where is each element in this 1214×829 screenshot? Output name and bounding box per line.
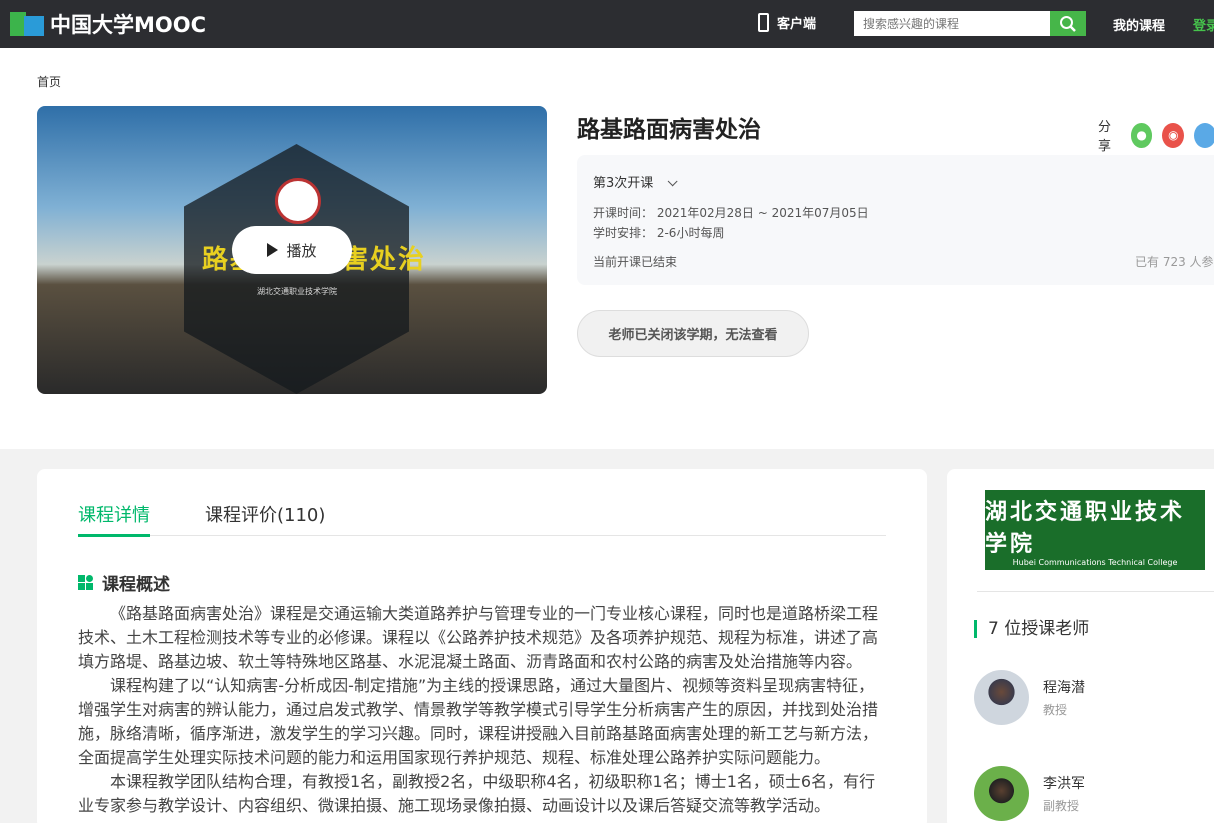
client-label: 客户端 (777, 17, 817, 32)
overview-heading: 课程概述 (78, 570, 170, 595)
school-banner[interactable]: 湖北交通职业技术学院 Hubei Communications Technical… (985, 490, 1205, 570)
teacher-title: 教授 (1043, 703, 1068, 717)
course-title: 路基路面病害处治 (577, 117, 761, 143)
search-input[interactable] (854, 11, 1050, 36)
term-label: 第3次开课 (593, 176, 654, 191)
hours-label: 学时安排： (593, 226, 654, 240)
video-player[interactable]: 路基路面病害处治 湖北交通职业技术学院 播放 (37, 106, 547, 394)
share-bar: 分享 ● ◉ (1098, 116, 1214, 154)
teacher-name: 程海潜 (1043, 680, 1085, 696)
school-name-en: Hubei Communications Technical College (1012, 557, 1178, 567)
logo-text: 中国大学MOOC (50, 13, 207, 37)
teacher-name: 李洪军 (1043, 776, 1085, 792)
play-icon (267, 243, 279, 257)
school-card: 湖北交通职业技术学院 Hubei Communications Technical… (947, 469, 1214, 829)
my-courses-link[interactable]: 我的课程 (1113, 15, 1165, 34)
course-detail-card: 课程详情 课程评价(110) 课程概述 《路基路面病害处治》课程是交通运输大类道… (37, 469, 927, 829)
school-name: 湖北交通职业技术学院 (985, 499, 1186, 557)
client-link[interactable]: 客户端 (758, 13, 816, 32)
hours-value: 2-6小时每周 (656, 226, 725, 240)
term-hours: 学时安排： 2-6小时每周 (593, 224, 724, 241)
search-button[interactable] (1050, 11, 1086, 36)
login-link[interactable]: 登录 (1193, 15, 1214, 34)
overview-paragraph: 《路基路面病害处治》课程是交通运输大类道路养护与管理专业的一门专业核心课程，同时… (78, 604, 879, 671)
breadcrumb[interactable]: 首页 (37, 73, 61, 90)
play-button[interactable]: 播放 (232, 226, 352, 274)
overview-heading-text: 课程概述 (102, 575, 170, 595)
term-selector[interactable]: 第3次开课 (593, 172, 678, 191)
teacher-title: 副教授 (1043, 799, 1080, 813)
play-label: 播放 (286, 241, 317, 260)
qq-icon[interactable] (1194, 122, 1214, 148)
time-value: 2021年02月28日 ~ 2021年07月05日 (656, 206, 869, 220)
share-label: 分享 (1098, 120, 1112, 154)
weibo-icon[interactable]: ◉ (1162, 122, 1185, 148)
overview-paragraph: 本课程教学团队结构合理，有教授1名，副教授2名，中级职称4名，初级职称1名；博士… (78, 772, 876, 815)
avatar (974, 766, 1029, 821)
teacher-item[interactable]: 李洪军 副教授 (974, 766, 1085, 821)
top-header: 中国大学MOOC 客户端 我的课程 登录 (0, 0, 1214, 48)
logo-icon (10, 10, 46, 38)
wechat-icon[interactable]: ● (1130, 122, 1153, 148)
enroll-count: 已有 723 人参加 (1135, 255, 1214, 269)
term-time: 开课时间： 2021年02月28日 ~ 2021年07月05日 (593, 204, 869, 221)
tab-bar: 课程详情 课程评价(110) (78, 499, 886, 537)
school-emblem (275, 178, 321, 224)
tab-course-detail[interactable]: 课程详情 (78, 501, 150, 537)
chevron-down-icon (668, 176, 678, 187)
term-status: 当前开课已结束 (593, 255, 678, 269)
grid-icon (78, 575, 93, 590)
term-info-box: 第3次开课 开课时间： 2021年02月28日 ~ 2021年07月05日 学时… (577, 155, 1214, 285)
video-school-text: 湖北交通职业技术学院 (257, 287, 337, 296)
tab-course-reviews[interactable]: 课程评价(110) (205, 501, 325, 527)
divider (977, 591, 1214, 592)
logo[interactable]: 中国大学MOOC (10, 9, 206, 39)
overview-paragraph: 课程构建了以“认知病害-分析成因-制定措施”为主线的授课思路，通过大量图片、视频… (78, 676, 879, 767)
teacher-item[interactable]: 程海潜 教授 (974, 670, 1085, 725)
time-label: 开课时间： (593, 206, 654, 220)
search-icon (1060, 15, 1076, 32)
avatar (974, 670, 1029, 725)
teachers-heading: 7 位授课老师 (974, 620, 1089, 638)
term-closed-button[interactable]: 老师已关闭该学期，无法查看 (577, 310, 809, 357)
phone-icon (758, 13, 769, 32)
overview-text: 《路基路面病害处治》课程是交通运输大类道路养护与管理专业的一门专业核心课程，同时… (78, 602, 888, 818)
